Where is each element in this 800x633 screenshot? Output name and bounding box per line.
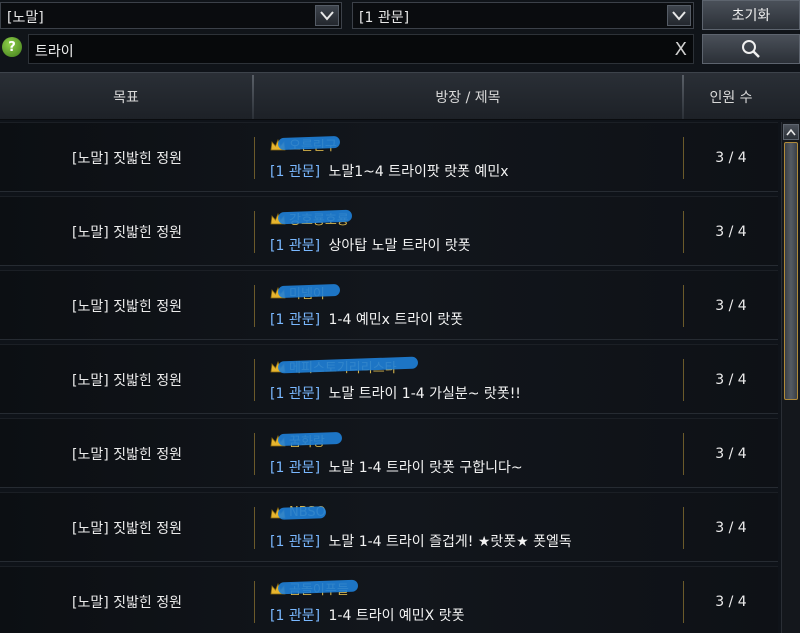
party-title: [1 관문] 노말 트라이 1-4 가실분~ 랏폿!!	[270, 383, 521, 403]
region-select-value: [노말]	[7, 10, 44, 26]
party-title: [1 관문] 1-4 예민x 트라이 랏폿	[270, 309, 463, 329]
search-input-value: 트라이	[35, 44, 74, 60]
redaction-scribble	[277, 209, 353, 225]
party-gate-prefix: [1 관문]	[270, 534, 321, 550]
row-divider	[254, 581, 255, 623]
party-goal: [노말] 짓밟힌 정원	[72, 299, 182, 315]
party-gate-prefix: [1 관문]	[270, 460, 321, 476]
party-title: [1 관문] 노말 1-4 트라이 랏폿 구합니다~	[270, 457, 523, 477]
scrollbar[interactable]	[781, 122, 800, 633]
redaction-scribble	[277, 506, 327, 520]
help-icon[interactable]: ?	[2, 37, 22, 57]
party-row[interactable]: [노말] 짓밟힌 정원 곰돌이푸들 [1 관문] 1-4 트라이 예민X 랏폿 …	[0, 566, 778, 633]
party-gate-prefix: [1 관문]	[270, 386, 321, 402]
redaction-scribble	[277, 283, 341, 299]
party-title-text: 1-4 예민x 트라이 랏폿	[328, 312, 464, 328]
header-title[interactable]: 방장 / 제목	[254, 73, 682, 121]
party-row[interactable]: [노말] 짓밟힌 정원 미넴이 [1 관문] 1-4 예민x 트라이 랏폿 3 …	[0, 270, 778, 340]
list-header: 목표 방장 / 제목 인원 수	[0, 72, 800, 120]
party-title: [1 관문] 노말 1-4 트라이 즐겁게! ★랏폿★ 폿엘독	[270, 531, 572, 551]
party-title: [1 관문] 1-4 트라이 예민X 랏폿	[270, 605, 464, 625]
clear-icon[interactable]: X	[675, 39, 687, 60]
row-divider	[254, 285, 255, 327]
party-goal: [노말] 짓밟힌 정원	[72, 595, 182, 611]
party-member-count: 3 / 4	[715, 298, 747, 314]
party-title-text: 상아탑 노말 트라이 랏폿	[328, 238, 471, 254]
scrollbar-thumb[interactable]	[784, 142, 798, 400]
redaction-scribble	[277, 431, 343, 447]
party-goal: [노말] 짓밟힌 정원	[72, 521, 182, 537]
party-gate-prefix: [1 관문]	[270, 164, 321, 180]
party-row[interactable]: [노말] 짓밟힌 정원 NBSO [1 관문] 노말 1-4 트라이 즐겁게! …	[0, 492, 778, 562]
party-title-text: 노말 트라이 1-4 가실분~ 랏폿!!	[328, 386, 521, 402]
reset-button[interactable]: 초기화	[702, 0, 800, 30]
party-row[interactable]: [노말] 짓밟힌 정원 오른린구 [1 관문] 노말1~4 트라이팟 랏폿 예민…	[0, 122, 778, 192]
party-goal: [노말] 짓밟힌 정원	[72, 373, 182, 389]
party-member-count: 3 / 4	[715, 520, 747, 536]
party-member-count: 3 / 4	[715, 372, 747, 388]
row-divider	[254, 507, 255, 549]
row-divider	[254, 211, 255, 253]
gate-select[interactable]: [1 관문]	[352, 2, 694, 29]
party-gate-prefix: [1 관문]	[270, 238, 321, 254]
party-member-count: 3 / 4	[715, 224, 747, 240]
search-icon	[742, 40, 760, 58]
region-select[interactable]: [노말]	[0, 2, 342, 29]
party-member-count: 3 / 4	[715, 446, 747, 462]
party-goal: [노말] 짓밟힌 정원	[72, 151, 182, 167]
party-row[interactable]: [노말] 짓밟힌 정원 강호룡호룡 [1 관문] 상아탑 노말 트라이 랏폿 3…	[0, 196, 778, 266]
chevron-down-icon[interactable]	[667, 5, 691, 26]
party-row[interactable]: [노말] 짓밟힌 정원 꿈화랑 [1 관문] 노말 1-4 트라이 랏폿 구합니…	[0, 418, 778, 488]
party-title: [1 관문] 노말1~4 트라이팟 랏폿 예민x	[270, 161, 508, 181]
party-goal: [노말] 짓밟힌 정원	[72, 225, 182, 241]
party-title-text: 노말 1-4 트라이 랏폿 구합니다~	[328, 460, 523, 476]
party-row[interactable]: [노말] 짓밟힌 정원 메피스토기리리스타 [1 관문] 노말 트라이 1-4 …	[0, 344, 778, 414]
chevron-down-icon[interactable]	[315, 5, 339, 26]
search-input[interactable]: 트라이 X	[28, 34, 694, 64]
party-member-count: 3 / 4	[715, 594, 747, 610]
scroll-up-icon[interactable]	[783, 124, 799, 140]
party-title-text: 1-4 트라이 예민X 랏폿	[328, 608, 465, 624]
search-button[interactable]	[702, 34, 800, 64]
party-gate-prefix: [1 관문]	[270, 608, 321, 624]
party-goal: [노말] 짓밟힌 정원	[72, 447, 182, 463]
party-title-text: 노말 1-4 트라이 즐겁게! ★랏폿★ 폿엘독	[328, 534, 572, 550]
row-divider	[254, 137, 255, 179]
party-title-text: 노말1~4 트라이팟 랏폿 예민x	[328, 164, 509, 180]
party-title: [1 관문] 상아탑 노말 트라이 랏폿	[270, 235, 471, 255]
header-goal[interactable]: 목표	[0, 73, 252, 121]
gate-select-value: [1 관문]	[359, 10, 410, 26]
party-list: [노말] 짓밟힌 정원 오른린구 [1 관문] 노말1~4 트라이팟 랏폿 예민…	[0, 122, 780, 633]
row-divider	[254, 359, 255, 401]
filter-bar: [노말] [1 관문] 초기화 ? 트라이 X	[0, 0, 800, 70]
redaction-scribble	[277, 135, 341, 151]
header-count[interactable]: 인원 수	[684, 73, 778, 121]
party-gate-prefix: [1 관문]	[270, 312, 321, 328]
party-member-count: 3 / 4	[715, 150, 747, 166]
row-divider	[254, 433, 255, 475]
